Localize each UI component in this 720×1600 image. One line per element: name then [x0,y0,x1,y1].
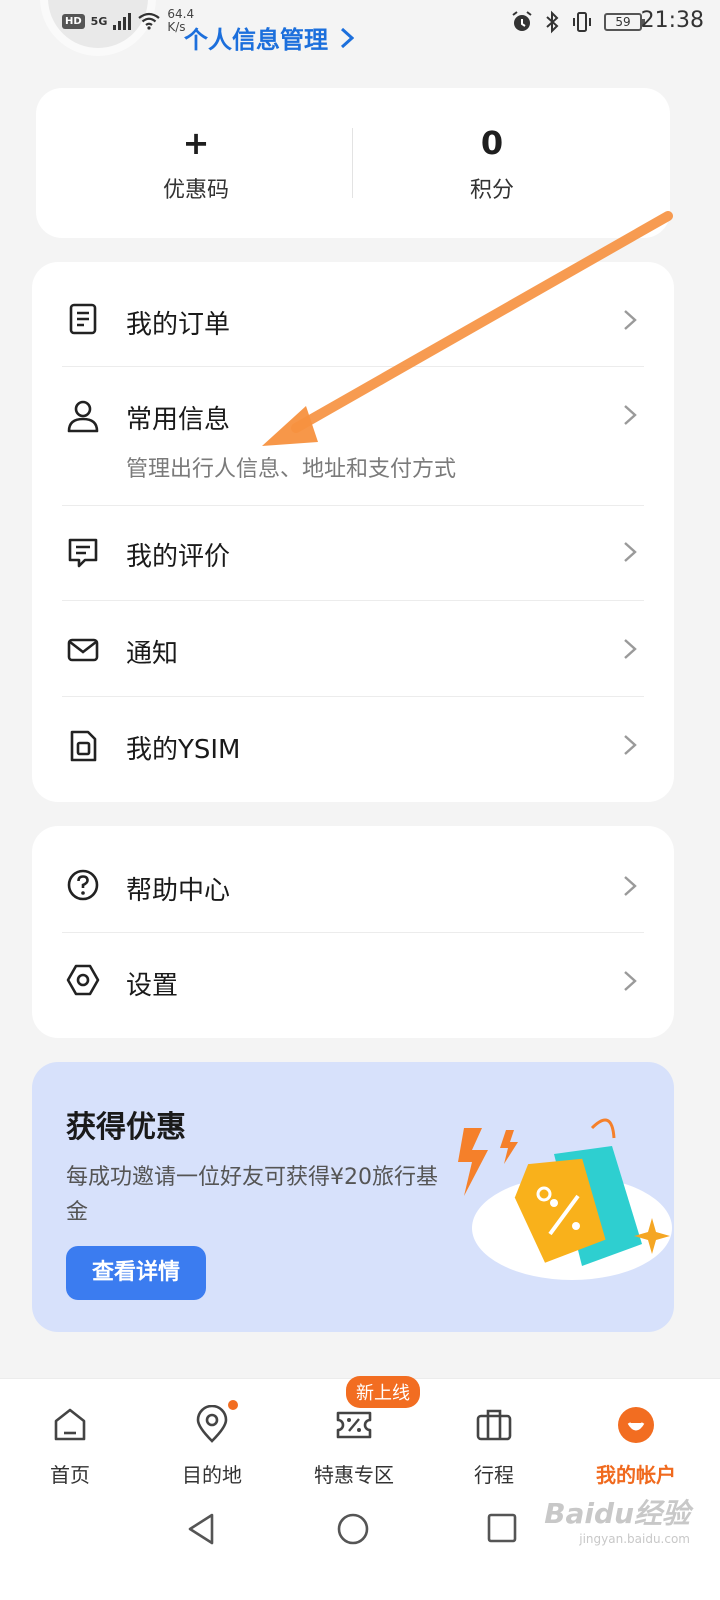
order-icon [69,303,97,335]
chevron-right-icon [624,639,637,659]
home-circle-icon[interactable] [336,1512,370,1546]
settings-icon [66,964,100,996]
vibrate-icon [573,12,591,32]
mail-icon [67,638,99,662]
menu-item-label: 设置 [126,971,179,1001]
back-icon[interactable] [186,1512,218,1546]
baidu-watermark: Baidu经验 jingyan.baidu.com [544,1492,690,1546]
tab-home[interactable]: 首页 [0,1405,140,1488]
wifi-icon [138,12,161,30]
notification-dot [226,1398,240,1412]
menu-item-common-info[interactable]: 常用信息 管理出行人信息、地址和支付方式 [32,367,674,505]
coupon-label: 优惠码 [162,178,229,203]
menu-item-notifications[interactable]: 通知 [32,601,674,697]
tab-label: 目的地 [182,1463,242,1487]
chevron-right-icon [624,735,637,755]
view-details-button[interactable]: 查看详情 [66,1246,206,1300]
menu-item-label: 我的YSIM [126,735,241,765]
recents-icon[interactable] [486,1512,518,1544]
menu-item-ysim[interactable]: 我的YSIM [32,697,674,802]
tab-label: 特惠专区 [314,1463,394,1487]
score-item[interactable]: 0 积分 [342,124,642,204]
promo-title: 获得优惠 [66,1110,186,1145]
menu-item-reviews[interactable]: 我的评价 [32,506,674,600]
account-menu-card: 我的订单 常用信息 管理出行人信息、地址和支付方式 我的评价 通知 我的YSIM [32,262,674,802]
chevron-right-icon [624,310,637,330]
profile-manage-link[interactable]: 个人信息管理 [184,20,354,55]
menu-item-subtitle: 管理出行人信息、地址和支付方式 [126,457,457,482]
menu-item-label: 常用信息 [126,405,231,435]
menu-item-label: 帮助中心 [126,876,231,906]
tab-trips[interactable]: 行程 [424,1405,564,1488]
speed-unit: K/s [167,20,186,34]
tab-label: 首页 [50,1463,90,1487]
network-label: 5G [90,14,108,28]
bluetooth-icon [546,10,559,34]
signal-icon [113,12,132,30]
home-icon [54,1408,86,1441]
new-badge: 新上线 [346,1376,420,1408]
chevron-right-icon [624,542,637,562]
menu-item-orders[interactable]: 我的订单 [32,262,674,366]
chevron-right-icon [624,405,637,425]
alarm-icon [512,11,532,31]
status-bar: HD 5G 64.4 K/s 个人信息管理 59 21:38 [0,0,720,62]
tab-label: 行程 [474,1463,514,1487]
menu-item-help-center[interactable]: 帮助中心 [32,826,674,932]
promo-banner[interactable]: 获得优惠 每成功邀请一位好友可获得¥20旅行基金 查看详情 [32,1062,674,1332]
points-card: + 优惠码 0 积分 [36,88,670,238]
profile-link-label: 个人信息管理 [184,26,328,54]
menu-item-label: 通知 [126,639,179,669]
menu-item-label: 我的订单 [126,310,231,340]
coupon-add-value: + [182,124,210,162]
bottom-tab-bar: 首页 目的地 特惠专区 行程 我的帐户 [0,1378,720,1600]
watermark-text: Baidu经验 [544,1497,690,1530]
chevron-right-icon [340,27,354,48]
help-icon [67,869,99,901]
account-icon [618,1407,654,1443]
promo-description: 每成功邀请一位好友可获得¥20旅行基金 [66,1165,438,1225]
location-pin-icon [196,1405,228,1443]
hd-badge: HD [62,13,85,29]
clock: 21:38 [640,8,704,33]
person-icon [67,400,99,433]
discount-ticket-icon [336,1411,372,1439]
suitcase-icon [476,1409,512,1441]
chevron-right-icon [624,971,637,991]
menu-item-settings[interactable]: 设置 [32,933,674,1038]
watermark-url: jingyan.baidu.com [579,1532,690,1546]
score-value: 0 [480,124,504,162]
chevron-right-icon [624,876,637,896]
status-right: 59 21:38 [510,8,704,34]
coupon-code-item[interactable]: + 优惠码 [46,124,346,204]
tab-label: 我的帐户 [596,1463,676,1487]
review-icon [68,538,98,568]
tab-destinations[interactable]: 目的地 [142,1405,282,1488]
support-menu-card: 帮助中心 设置 [32,826,674,1038]
menu-item-label: 我的评价 [126,542,231,572]
status-left: HD 5G 64.4 K/s [62,8,194,34]
tab-my-account[interactable]: 我的帐户 [566,1405,706,1488]
battery-indicator: 59 [604,13,645,31]
tab-deals[interactable]: 特惠专区 [284,1405,424,1488]
sim-icon [70,730,97,762]
speed-value: 64.4 [167,7,195,21]
coupon-tag-illustration [458,1118,672,1280]
score-label: 积分 [469,178,514,203]
